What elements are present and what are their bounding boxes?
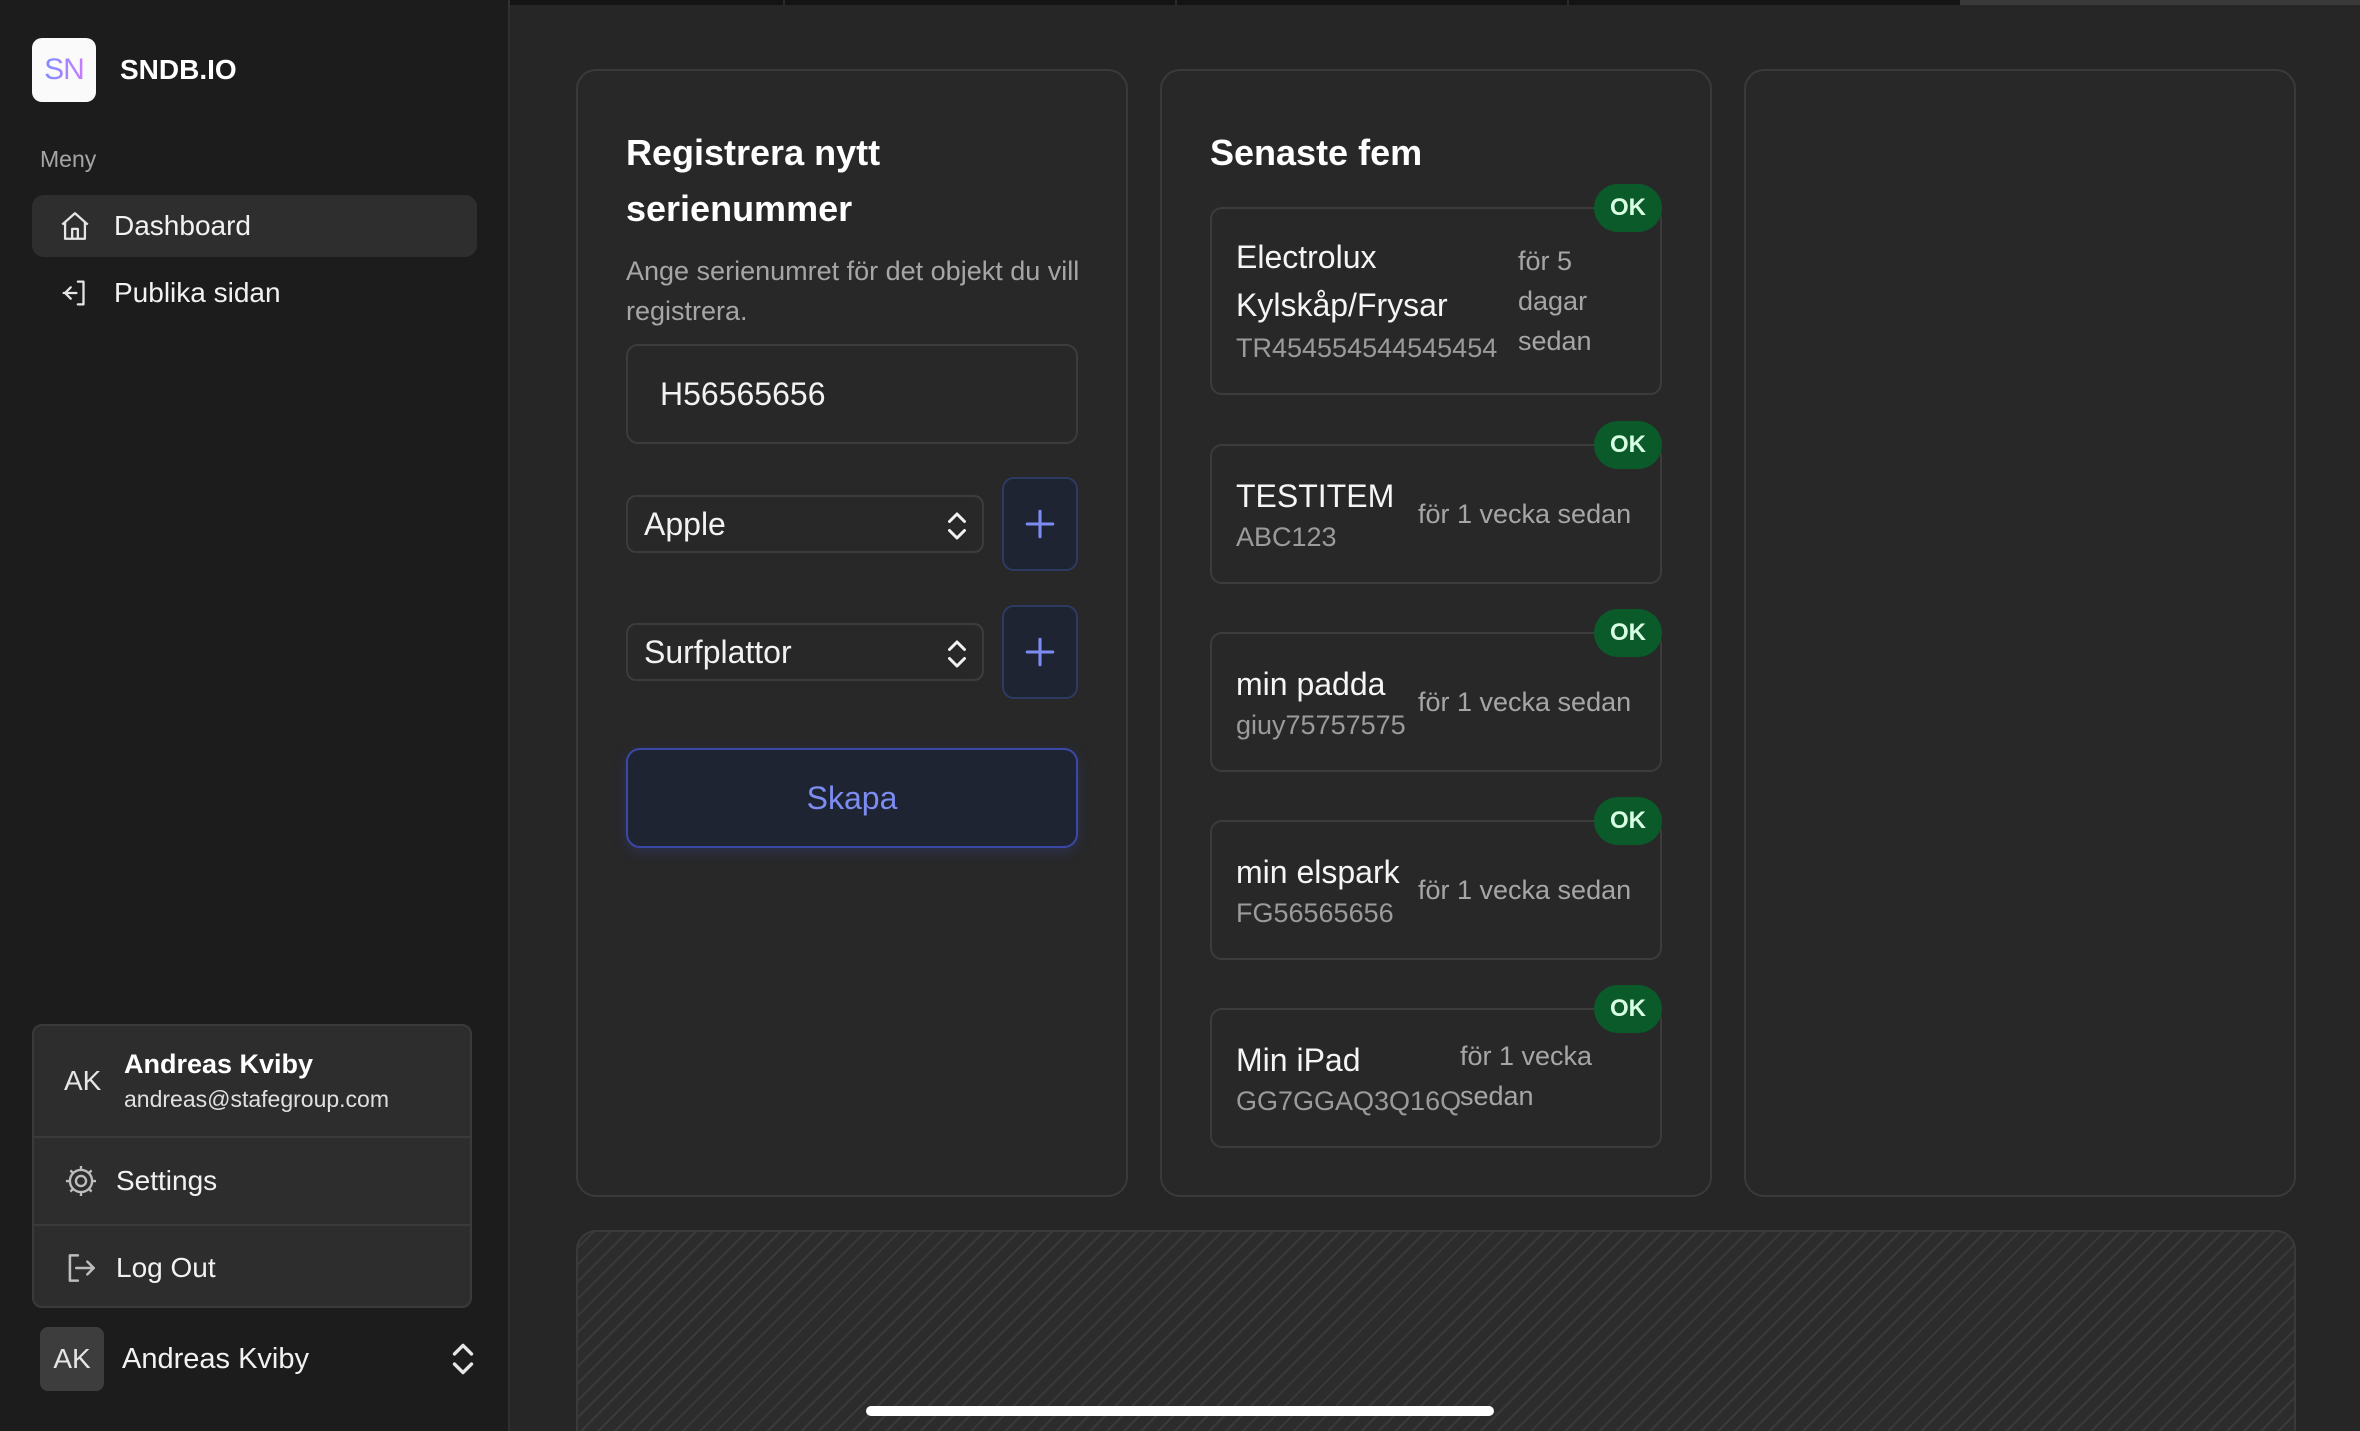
register-card-description: Ange serienumret för det objekt du vill … — [626, 256, 1080, 326]
status-badge: OK — [1594, 184, 1662, 232]
placeholder-panel — [576, 1230, 2296, 1431]
brand[interactable]: SN SNDB.IO — [32, 38, 237, 102]
recent-five-card: Senaste fem Electrolux Kylskåp/Frysar TR… — [1160, 69, 1712, 1197]
sidebar-item-label: Publika sidan — [114, 277, 281, 308]
chevron-up-down-icon — [452, 1343, 474, 1375]
settings-label: Settings — [116, 1165, 218, 1196]
brand-name: SNDB.IO — [120, 54, 237, 85]
gear-icon — [65, 1165, 97, 1197]
recent-card-title: Senaste fem — [1210, 132, 1423, 173]
recent-item-name: TESTITEM — [1236, 478, 1395, 514]
sidebar-item-publika-sidan[interactable]: Publika sidan — [32, 262, 477, 324]
recent-item[interactable]: min padda giuy75757575 för 1 vecka sedan — [1210, 632, 1662, 772]
category-select[interactable]: Surfplattor — [626, 623, 984, 681]
recent-item[interactable]: TESTITEM ABC123 för 1 vecka sedan — [1210, 444, 1662, 584]
recent-item-time: för 1 vecka sedan — [1418, 875, 1632, 905]
register-card-title: Registrera nytt serienummer — [626, 132, 881, 229]
recent-item-serial: ABC123 — [1236, 522, 1337, 552]
status-badge: OK — [1594, 797, 1662, 845]
sidebar-item-label: Dashboard — [114, 210, 251, 241]
empty-card — [1744, 69, 2296, 1197]
sidebar-item-dashboard[interactable]: Dashboard — [32, 195, 477, 257]
recent-item-time: för 1 vecka sedan — [1418, 687, 1632, 717]
logout-label: Log Out — [116, 1252, 216, 1283]
chevron-up-down-icon — [948, 640, 966, 668]
recent-item[interactable]: Min iPad GG7GGAQ3Q16Q för 1 vecka sedan — [1210, 1008, 1662, 1148]
user-initials: AK — [64, 1065, 102, 1096]
logout-icon — [68, 1254, 95, 1282]
plus-icon — [1025, 509, 1055, 539]
status-badge: OK — [1594, 609, 1662, 657]
brand-logo: SN — [32, 38, 96, 102]
recent-item-name: Electrolux Kylskåp/Frysar — [1236, 239, 1448, 323]
category-select-value: Surfplattor — [644, 633, 792, 670]
plus-icon — [1025, 637, 1055, 667]
recent-item-time: för 1 vecka sedan — [1460, 1041, 1593, 1111]
chevron-up-down-icon — [948, 512, 966, 540]
recent-item-name: Min iPad — [1236, 1042, 1361, 1078]
recent-item-serial: giuy75757575 — [1236, 710, 1406, 740]
status-badge: OK — [1594, 421, 1662, 469]
menu-label: Meny — [40, 146, 97, 172]
recent-item[interactable]: Electrolux Kylskåp/Frysar TR454554544545… — [1210, 207, 1662, 395]
user-name: Andreas Kviby — [124, 1049, 314, 1079]
recent-item-name: min padda — [1236, 666, 1386, 702]
home-icon — [61, 212, 89, 240]
user-email: andreas@stafegroup.com — [124, 1086, 389, 1112]
recent-item-time: för 1 vecka sedan — [1418, 499, 1632, 529]
serial-number-input[interactable] — [626, 344, 1078, 444]
user-menu-header: AK Andreas Kviby andreas@stafegroup.com — [34, 1026, 470, 1138]
add-brand-button[interactable] — [1002, 477, 1078, 571]
recent-item-time: för 5 dagar sedan — [1518, 246, 1592, 356]
sign-in-icon — [62, 280, 85, 306]
recent-item-name: min elspark — [1236, 854, 1400, 890]
settings-menu-item[interactable]: Settings — [34, 1138, 470, 1224]
brand-select[interactable]: Apple — [626, 495, 984, 553]
user-switcher[interactable]: AK Andreas Kviby — [40, 1327, 480, 1391]
register-serial-card: Registrera nytt serienummer Ange serienu… — [576, 69, 1128, 1197]
status-badge: OK — [1594, 985, 1662, 1033]
brand-select-value: Apple — [644, 505, 726, 542]
recent-item-serial: TR454554544545454 — [1236, 333, 1498, 363]
recent-item-serial: FG56565656 — [1236, 898, 1394, 928]
create-button[interactable]: Skapa — [626, 748, 1078, 848]
logout-menu-item[interactable]: Log Out — [34, 1224, 470, 1306]
add-category-button[interactable] — [1002, 605, 1078, 699]
sidebar: SN SNDB.IO Meny Dashboard Publika sidan … — [0, 0, 510, 1431]
recent-item[interactable]: min elspark FG56565656 för 1 vecka sedan — [1210, 820, 1662, 960]
home-indicator — [866, 1406, 1494, 1416]
recent-item-serial: GG7GGAQ3Q16Q — [1236, 1086, 1462, 1116]
avatar: AK — [40, 1327, 104, 1391]
user-switcher-name: Andreas Kviby — [122, 1342, 309, 1375]
user-dropdown-menu: AK Andreas Kviby andreas@stafegroup.com … — [32, 1024, 472, 1308]
